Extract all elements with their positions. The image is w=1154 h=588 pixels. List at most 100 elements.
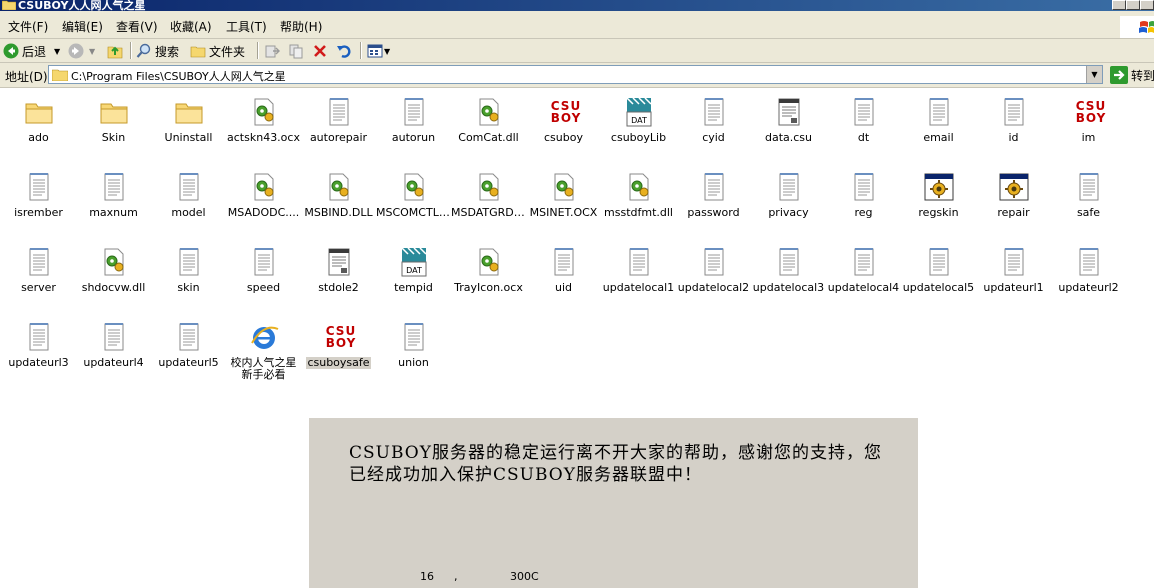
menu-help[interactable]: 帮助(H) — [280, 18, 322, 35]
csuboy-logo: CSU BOY — [550, 99, 582, 125]
folders-button[interactable]: 文件夹 — [190, 41, 245, 61]
up-folder-button[interactable] — [107, 41, 123, 61]
file-item[interactable]: MSDATGRD.... — [451, 171, 526, 231]
file-item[interactable]: reg — [826, 171, 901, 231]
file-item[interactable]: Uninstall — [151, 96, 226, 156]
file-item[interactable]: shdocvw.dll — [76, 246, 151, 306]
file-item[interactable]: maxnum — [76, 171, 151, 231]
folder-icon — [173, 96, 205, 128]
file-item[interactable]: CSU BOY csuboy — [526, 96, 601, 156]
file-item[interactable]: model — [151, 171, 226, 231]
chevron-down-icon[interactable]: ▼ — [384, 47, 390, 56]
toolbar-divider — [360, 42, 362, 59]
menu-file[interactable]: 文件(F) — [8, 18, 48, 35]
file-label: updatelocal3 — [751, 282, 826, 294]
file-item[interactable]: cyid — [676, 96, 751, 156]
file-item[interactable]: ComCat.dll — [451, 96, 526, 156]
file-item[interactable]: repair — [976, 171, 1051, 231]
file-label: password — [676, 207, 751, 219]
file-item[interactable]: dt — [826, 96, 901, 156]
file-item[interactable]: actskn43.ocx — [226, 96, 301, 156]
dll-icon — [323, 171, 355, 203]
file-item[interactable]: CSU BOY im — [1051, 96, 1126, 156]
menu-view[interactable]: 查看(V) — [116, 18, 158, 35]
file-name: updatelocal2 — [677, 282, 750, 294]
file-item[interactable]: privacy — [751, 171, 826, 231]
file-item[interactable]: uid — [526, 246, 601, 306]
file-item[interactable]: isrember — [1, 171, 76, 231]
file-item[interactable]: TrayIcon.ocx — [451, 246, 526, 306]
copy-to-button[interactable] — [288, 41, 304, 61]
file-item[interactable]: speed — [226, 246, 301, 306]
file-name: id — [1008, 132, 1019, 144]
file-item[interactable]: regskin — [901, 171, 976, 231]
file-item[interactable]: DAT tempid — [376, 246, 451, 306]
file-item[interactable]: MSBIND.DLL — [301, 171, 376, 231]
file-item[interactable]: safe — [1051, 171, 1126, 231]
file-item[interactable]: msstdfmt.dll — [601, 171, 676, 231]
go-button[interactable]: 转到 — [1110, 66, 1154, 84]
file-name: updateurl1 — [983, 282, 1044, 294]
file-item[interactable]: password — [676, 171, 751, 231]
file-item[interactable]: updatelocal4 — [826, 246, 901, 306]
text-file-icon — [704, 98, 724, 126]
file-label: updateurl3 — [1, 357, 76, 369]
search-button[interactable]: 搜索 — [136, 41, 179, 61]
file-item[interactable]: data.csu — [751, 96, 826, 156]
text-file-icon — [779, 173, 799, 201]
address-input[interactable]: C:\Program Files\CSUBOY人人网人气之星 ▼ — [48, 65, 1103, 84]
minimize-button[interactable] — [1112, 0, 1126, 10]
file-item[interactable]: skin — [151, 246, 226, 306]
file-name: repair — [997, 207, 1030, 219]
maximize-button[interactable] — [1126, 0, 1140, 10]
file-item[interactable]: id — [976, 96, 1051, 156]
file-item[interactable]: MSADODC.... — [226, 171, 301, 231]
file-item[interactable]: autorepair — [301, 96, 376, 156]
file-name: MSDATGRD.... — [451, 207, 526, 219]
file-item[interactable]: 校内人气之星新手必看 — [226, 321, 301, 381]
file-item[interactable]: updateurl3 — [1, 321, 76, 381]
menu-tools[interactable]: 工具(T) — [226, 18, 267, 35]
menu-bar: 文件(F) 编辑(E) 查看(V) 收藏(A) 工具(T) 帮助(H) — [0, 11, 1154, 39]
address-dropdown-button[interactable]: ▼ — [1086, 66, 1102, 83]
file-item[interactable]: updateurl2 — [1051, 246, 1126, 306]
views-button[interactable]: ▼ — [367, 41, 390, 61]
chevron-down-icon[interactable]: ▼ — [54, 47, 60, 56]
back-button[interactable]: 后退 ▼ — [3, 41, 60, 61]
file-label: server — [1, 282, 76, 294]
file-item[interactable]: email — [901, 96, 976, 156]
file-label: maxnum — [76, 207, 151, 219]
menu-favorites[interactable]: 收藏(A) — [170, 18, 212, 35]
file-item[interactable]: ado — [1, 96, 76, 156]
text-file-icon — [173, 246, 205, 278]
menu-edit[interactable]: 编辑(E) — [62, 18, 103, 35]
file-item[interactable]: stdole2 — [301, 246, 376, 306]
file-item[interactable]: updateurl5 — [151, 321, 226, 381]
file-item[interactable]: updatelocal5 — [901, 246, 976, 306]
file-item[interactable]: DAT csuboyLib — [601, 96, 676, 156]
file-item[interactable]: updatelocal3 — [751, 246, 826, 306]
file-item[interactable]: union — [376, 321, 451, 381]
file-name: shdocvw.dll — [81, 282, 146, 294]
file-item[interactable]: updatelocal2 — [676, 246, 751, 306]
delete-button[interactable] — [312, 41, 328, 61]
file-label: repair — [976, 207, 1051, 219]
forward-button[interactable]: ▼ — [68, 41, 95, 61]
chevron-down-icon[interactable]: ▼ — [89, 47, 95, 56]
close-button[interactable] — [1140, 0, 1154, 10]
file-item[interactable]: MSINET.OCX — [526, 171, 601, 231]
file-item[interactable]: CSU BOY csuboysafe — [301, 321, 376, 381]
file-item[interactable]: updateurl1 — [976, 246, 1051, 306]
file-item[interactable]: updatelocal1 — [601, 246, 676, 306]
text-file-icon — [698, 96, 730, 128]
file-item[interactable]: MSCOMCTL.... — [376, 171, 451, 231]
dat-icon: DAT — [626, 97, 652, 127]
undo-button[interactable] — [336, 41, 352, 61]
file-item[interactable]: Skin — [76, 96, 151, 156]
text-file-icon — [704, 248, 724, 276]
up-folder-icon — [107, 46, 123, 59]
move-to-button[interactable] — [264, 41, 280, 61]
file-item[interactable]: autorun — [376, 96, 451, 156]
file-item[interactable]: updateurl4 — [76, 321, 151, 381]
file-item[interactable]: server — [1, 246, 76, 306]
